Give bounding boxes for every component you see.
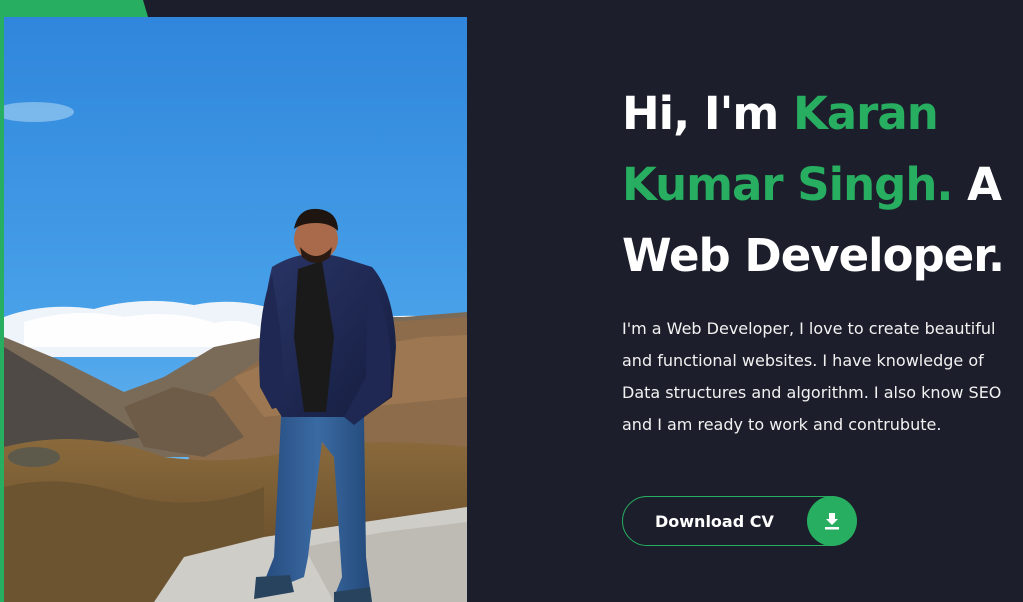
headline-greeting: Hi, I'm <box>622 87 793 140</box>
bio-text: I'm a Web Developer, I love to create be… <box>622 319 1002 434</box>
headline: Hi, I'm Karan Kumar Singh. A Web Develop… <box>622 78 1017 291</box>
accent-strip <box>0 0 148 17</box>
download-cv-button[interactable]: Download CV <box>622 496 857 546</box>
hero-intro: Hi, I'm Karan Kumar Singh. A Web Develop… <box>622 78 1017 441</box>
profile-photo <box>4 17 467 602</box>
download-cv-label: Download CV <box>655 511 774 531</box>
download-icon <box>807 496 857 546</box>
